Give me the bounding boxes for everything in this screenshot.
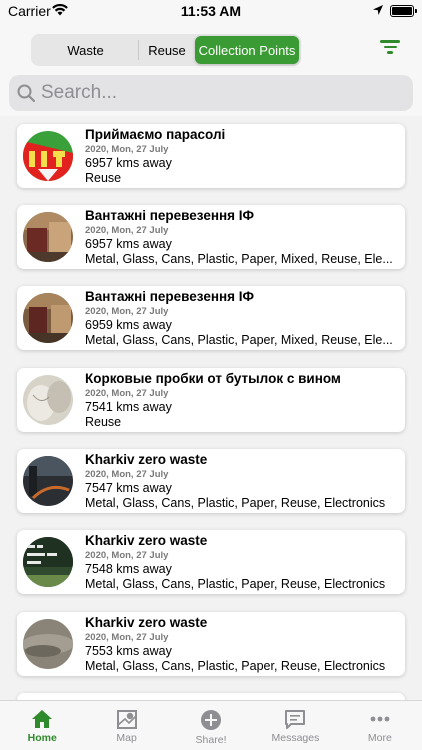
tab-share-label: Share!: [195, 734, 227, 746]
item-title: Вантажні перевезення ІФ: [85, 289, 255, 304]
item-thumbnail: [23, 131, 73, 181]
tab-messages-label: Messages: [271, 732, 320, 744]
tab-more-label: More: [367, 732, 392, 744]
battery-icon: [390, 5, 417, 17]
item-distance: 6957 kms away: [85, 156, 172, 170]
tab-map-label: Map: [116, 732, 137, 744]
item-title: Kharkiv zero waste: [85, 452, 208, 467]
item-distance: 7547 kms away: [85, 481, 172, 495]
item-distance: 6957 kms away: [85, 237, 172, 251]
home-icon: [32, 710, 53, 728]
tab-share[interactable]: Share!: [169, 701, 253, 750]
tab-home-label: Home: [27, 732, 57, 744]
list-item[interactable]: Kharkiv zero waste 2020, Mon, 27 July 75…: [17, 530, 405, 594]
list-item[interactable]: Kharkiv zero waste 2020, Mon, 27 July 75…: [17, 449, 405, 513]
item-date: 2020, Mon, 27 July: [85, 144, 169, 155]
item-distance: 7541 kms away: [85, 400, 172, 414]
clock: 11:53 AM: [180, 3, 242, 19]
search-icon: [17, 84, 35, 102]
item-distance: 7548 kms away: [85, 562, 172, 576]
item-title: Kharkiv zero waste: [85, 615, 208, 630]
add-circle-icon: [201, 710, 222, 730]
item-categories: Reuse: [85, 415, 122, 429]
more-icon: [370, 716, 390, 722]
tab-more[interactable]: More: [338, 701, 422, 750]
item-thumbnail: [23, 212, 73, 262]
list-item[interactable]: Приймаємо парасолі 2020, Mon, 27 July 69…: [17, 124, 405, 188]
search-bar: [9, 75, 413, 111]
list-item[interactable]: Вантажні перевезення ІФ 2020, Mon, 27 Ju…: [17, 286, 405, 350]
list-item[interactable]: [17, 693, 405, 700]
item-categories: Metal, Glass, Cans, Plastic, Paper, Reus…: [85, 496, 386, 510]
map-icon: [116, 710, 137, 729]
item-categories: Metal, Glass, Cans, Plastic, Paper, Mixe…: [85, 252, 393, 266]
item-date: 2020, Mon, 27 July: [85, 388, 169, 399]
tab-map[interactable]: Map: [84, 701, 168, 750]
segmented-control: Waste Reuse Collection Points: [31, 34, 301, 66]
item-categories: Metal, Glass, Cans, Plastic, Paper, Reus…: [85, 659, 386, 673]
item-thumbnail: [23, 456, 73, 506]
tab-home[interactable]: Home: [0, 701, 84, 750]
collection-points-list: Приймаємо парасолі 2020, Mon, 27 July 69…: [0, 116, 422, 700]
item-categories: Reuse: [85, 171, 122, 185]
item-distance: 7553 kms away: [85, 644, 172, 658]
tab-messages[interactable]: Messages: [253, 701, 337, 750]
segment-waste[interactable]: Waste: [33, 40, 139, 60]
item-thumbnail: [23, 293, 73, 343]
tab-bar: Home Map Share! Messages More: [0, 700, 422, 750]
item-date: 2020, Mon, 27 July: [85, 306, 169, 317]
header: Waste Reuse Collection Points: [0, 24, 422, 116]
item-thumbnail: [23, 537, 73, 587]
item-date: 2020, Mon, 27 July: [85, 225, 169, 236]
item-title: Kharkiv zero waste: [85, 533, 208, 548]
segment-reuse[interactable]: Reuse: [139, 36, 195, 64]
item-distance: 6959 kms away: [85, 318, 172, 332]
list-item[interactable]: Kharkiv zero waste 2020, Mon, 27 July 75…: [17, 612, 405, 676]
item-categories: Metal, Glass, Cans, Plastic, Paper, Mixe…: [85, 333, 393, 347]
list-item[interactable]: Корковые пробки от бутылок с вином 2020,…: [17, 368, 405, 432]
item-title: Приймаємо парасолі: [85, 127, 226, 142]
filter-icon[interactable]: [380, 40, 400, 56]
message-icon: [285, 710, 306, 729]
item-title: Корковые пробки от бутылок с вином: [85, 371, 341, 386]
item-thumbnail: [23, 375, 73, 425]
item-thumbnail: [23, 619, 73, 669]
item-date: 2020, Mon, 27 July: [85, 632, 169, 643]
status-bar: Carrier 11:53 AM: [0, 0, 422, 24]
item-date: 2020, Mon, 27 July: [85, 550, 169, 561]
item-date: 2020, Mon, 27 July: [85, 469, 169, 480]
list-item[interactable]: Вантажні перевезення ІФ 2020, Mon, 27 Ju…: [17, 205, 405, 269]
item-title: Вантажні перевезення ІФ: [85, 208, 255, 223]
location-arrow-icon: [373, 5, 383, 15]
item-categories: Metal, Glass, Cans, Plastic, Paper, Reus…: [85, 577, 386, 591]
segment-collection-points[interactable]: Collection Points: [195, 36, 299, 64]
search-input[interactable]: [41, 82, 401, 104]
